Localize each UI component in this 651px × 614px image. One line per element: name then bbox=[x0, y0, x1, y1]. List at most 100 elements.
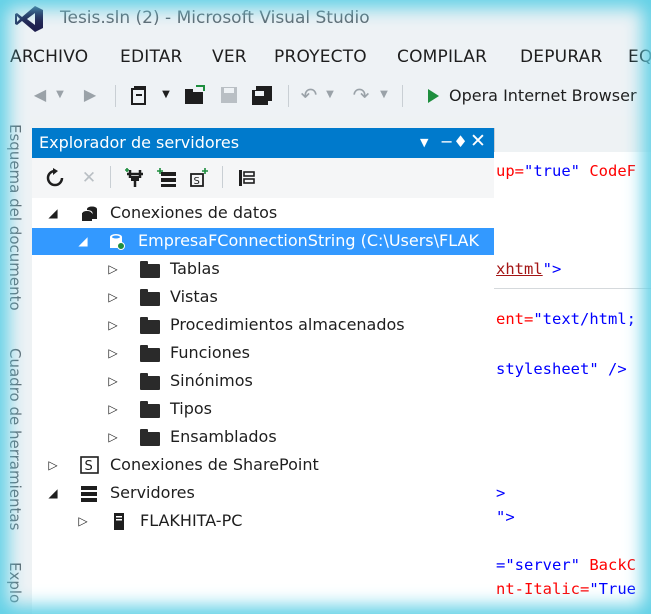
tab-document-outline[interactable]: Esquema del documento bbox=[6, 124, 24, 311]
back-icon[interactable]: ◀ bbox=[30, 84, 50, 106]
visual-studio-logo-icon bbox=[15, 6, 43, 32]
code-token: "text/html; bbox=[533, 310, 636, 328]
tree-item-sinonimos[interactable]: ▷ Sinónimos bbox=[32, 368, 494, 395]
side-tab-strip: Esquema del documento Cuadro de herramie… bbox=[0, 116, 30, 614]
toolbar-separator bbox=[288, 85, 289, 107]
expand-arrow-icon[interactable]: ▷ bbox=[106, 424, 120, 451]
tree-item-connection-string[interactable]: ◢ EmpresaFConnectionString (C:\Users\FLA… bbox=[32, 228, 494, 255]
redo-dropdown-icon[interactable]: ▼ bbox=[378, 84, 390, 106]
menu-editar[interactable]: EDITAR bbox=[120, 47, 183, 67]
expand-arrow-icon[interactable]: ▷ bbox=[106, 340, 120, 367]
tree-item-label: Ensamblados bbox=[170, 427, 277, 446]
code-token: stylesheet" bbox=[496, 360, 599, 378]
undo-icon[interactable]: ↶ bbox=[298, 84, 320, 106]
panel-title: Explorador de servidores bbox=[39, 133, 240, 152]
expand-arrow-icon[interactable]: ▷ bbox=[106, 368, 120, 395]
code-token: "> bbox=[542, 260, 562, 278]
tree-item-ensamblados[interactable]: ▷ Ensamblados bbox=[32, 424, 494, 451]
toolbar-separator bbox=[402, 85, 403, 107]
tree-item-label: Conexiones de SharePoint bbox=[110, 455, 319, 474]
play-icon bbox=[428, 89, 439, 103]
new-project-icon[interactable] bbox=[128, 84, 152, 106]
database-connections-icon bbox=[81, 206, 97, 221]
toolbar-separator bbox=[115, 85, 116, 107]
redo-icon[interactable]: ↷ bbox=[350, 84, 372, 106]
editor-divider bbox=[494, 288, 651, 289]
code-token: BackC bbox=[580, 556, 636, 574]
code-line: ent="text/html; bbox=[496, 310, 636, 328]
collapse-arrow-icon[interactable]: ◢ bbox=[46, 200, 60, 227]
refresh-icon[interactable] bbox=[44, 168, 66, 188]
tree-item-tablas[interactable]: ▷ Tablas bbox=[32, 256, 494, 283]
connect-database-icon[interactable] bbox=[124, 168, 146, 188]
expand-arrow-icon[interactable]: ▷ bbox=[106, 256, 120, 283]
connect-sharepoint-icon[interactable]: S bbox=[188, 168, 210, 188]
tree-item-servidores[interactable]: ◢ Servidores bbox=[32, 480, 494, 507]
tree-item-label: Conexiones de datos bbox=[110, 203, 278, 222]
collapse-arrow-icon[interactable]: ◢ bbox=[76, 228, 90, 255]
tree-item-flakhita-pc[interactable]: ▷ FLAKHITA-PC bbox=[32, 508, 494, 535]
menu-equipo[interactable]: EQ bbox=[628, 47, 651, 67]
menu-compilar[interactable]: COMPILAR bbox=[397, 47, 487, 67]
forward-icon[interactable]: ▶ bbox=[80, 84, 100, 106]
tree-item-vistas[interactable]: ▷ Vistas bbox=[32, 284, 494, 311]
tree-item-label: FLAKHITA-PC bbox=[140, 511, 243, 530]
code-token: = bbox=[496, 556, 506, 574]
menu-archivo[interactable]: ARCHIVO bbox=[10, 47, 88, 67]
panel-menu-dropdown-icon[interactable]: ▼ bbox=[420, 136, 428, 149]
expand-arrow-icon[interactable]: ▷ bbox=[106, 396, 120, 423]
svg-text:S: S bbox=[194, 176, 200, 187]
back-dropdown-icon[interactable]: ▼ bbox=[54, 84, 66, 106]
open-file-icon[interactable] bbox=[182, 84, 208, 106]
code-editor[interactable]: up="true" CodeF xhtml"> ent="text/html; … bbox=[494, 152, 651, 614]
code-token: ent= bbox=[496, 310, 534, 328]
close-icon[interactable]: ✕ bbox=[470, 130, 486, 152]
tree-item-label: Procedimientos almacenados bbox=[170, 315, 405, 334]
code-line: "> bbox=[496, 508, 515, 526]
folder-icon bbox=[140, 429, 160, 446]
save-all-icon[interactable] bbox=[250, 84, 276, 106]
collapse-arrow-icon[interactable]: ◢ bbox=[46, 480, 60, 507]
panel-toolbar: ✕ S bbox=[32, 158, 494, 198]
pin-icon[interactable]: −♦ bbox=[440, 132, 468, 151]
tab-toolbox[interactable]: Cuadro de herramientas bbox=[6, 348, 24, 530]
standard-toolbar: ◀ ▼ ▶ ▼ ↶ ▼ ↷ ▼ Opera Internet Browser bbox=[0, 76, 651, 116]
tree-item-data-connections[interactable]: ◢ Conexiones de datos bbox=[32, 200, 494, 227]
menu-ver[interactable]: VER bbox=[212, 47, 247, 67]
code-line: up="true" CodeF bbox=[496, 162, 636, 180]
server-icon bbox=[114, 513, 124, 530]
code-line: nt-Italic="True bbox=[496, 580, 636, 598]
menu-proyecto[interactable]: PROYECTO bbox=[274, 47, 367, 67]
expand-arrow-icon[interactable]: ▷ bbox=[106, 312, 120, 339]
folder-icon bbox=[140, 373, 160, 390]
tree-item-procedimientos[interactable]: ▷ Procedimientos almacenados bbox=[32, 312, 494, 339]
tree-item-label: Vistas bbox=[170, 287, 218, 306]
new-dropdown-icon[interactable]: ▼ bbox=[160, 84, 172, 106]
code-token: "> bbox=[496, 508, 515, 526]
tree-item-label: Sinónimos bbox=[170, 371, 253, 390]
folder-icon bbox=[140, 261, 160, 278]
save-icon[interactable] bbox=[218, 84, 240, 106]
code-line: stylesheet" /> bbox=[496, 360, 627, 378]
tree-item-tipos[interactable]: ▷ Tipos bbox=[32, 396, 494, 423]
code-token: "server" bbox=[505, 556, 580, 574]
code-token: "true" bbox=[524, 162, 580, 180]
tab-explorer[interactable]: Explo bbox=[6, 562, 24, 603]
code-line: ="server" BackC bbox=[496, 556, 636, 574]
toolbar-separator bbox=[222, 166, 223, 188]
code-token: xhtml bbox=[496, 260, 543, 278]
menu-depurar[interactable]: DEPURAR bbox=[520, 47, 603, 67]
expand-arrow-icon[interactable]: ▷ bbox=[106, 284, 120, 311]
tree-item-label: Tablas bbox=[170, 259, 220, 278]
stop-icon[interactable]: ✕ bbox=[78, 168, 100, 188]
tree-item-funciones[interactable]: ▷ Funciones bbox=[32, 340, 494, 367]
tree-item-sharepoint[interactable]: ▷ S Conexiones de SharePoint bbox=[32, 452, 494, 479]
run-browser-button[interactable]: Opera Internet Browser bbox=[420, 84, 637, 108]
expand-arrow-icon[interactable]: ▷ bbox=[46, 452, 60, 479]
folder-icon bbox=[140, 289, 160, 306]
connect-server-icon[interactable] bbox=[156, 168, 178, 188]
undo-dropdown-icon[interactable]: ▼ bbox=[324, 84, 336, 106]
properties-icon[interactable] bbox=[236, 168, 258, 188]
code-token: up= bbox=[496, 162, 524, 180]
expand-arrow-icon[interactable]: ▷ bbox=[76, 508, 90, 535]
